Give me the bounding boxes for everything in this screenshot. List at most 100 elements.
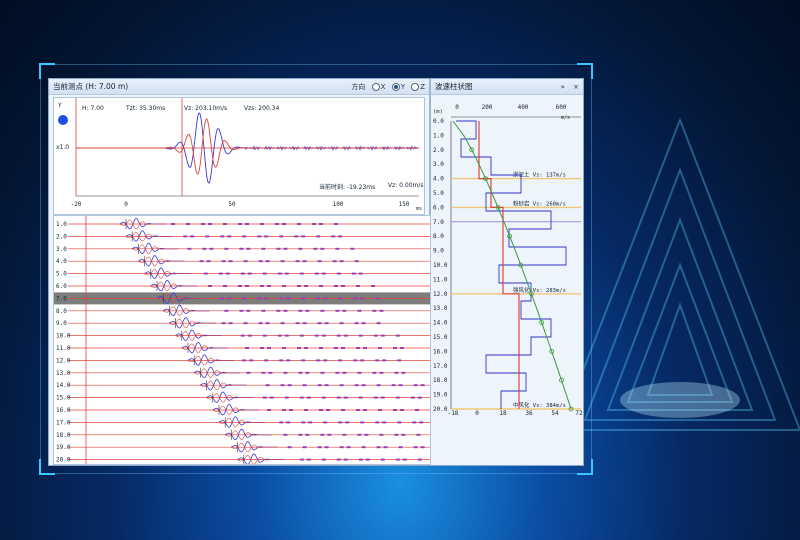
velocity-column-panel: 波速柱状图 » × (m) m/s 0 200 400 600 0.0 1.0 2.0 3.0 4.…	[431, 79, 583, 465]
depth-label: 12.0	[56, 357, 71, 364]
radio-z-label: Z	[420, 83, 425, 91]
depth-trace	[181, 341, 228, 354]
velocity-title-bar: 波速柱状图 » ×	[431, 79, 583, 95]
depth-tick-label: 2.0	[433, 147, 444, 154]
layer-label: 强风化 Vs: 283m/s	[513, 286, 566, 294]
time-tick-label: -20	[71, 201, 82, 208]
bottom-tick-label: 72	[575, 410, 583, 417]
depth-label: 16.0	[56, 407, 71, 414]
depth-label: 20.0	[56, 457, 71, 464]
depth-trace	[163, 304, 210, 317]
depth-trace	[194, 366, 241, 379]
depth-tick-label: 6.0	[433, 204, 444, 211]
depth-trace	[144, 267, 191, 279]
depth-label: 1.0	[56, 221, 67, 228]
bottom-tick-label: 18	[499, 410, 507, 417]
depth-trace	[225, 428, 272, 441]
bottom-tick-label: 54	[551, 410, 559, 417]
single-trace-plot: -20 0 50 100 150 ms	[71, 98, 422, 212]
depth-label: 13.0	[56, 370, 71, 377]
radio-y[interactable]	[391, 83, 400, 91]
depth-trace	[231, 441, 278, 453]
depth-trace	[212, 403, 259, 416]
depth-label: 10.0	[56, 333, 71, 340]
depth-tick-label: 11.0	[433, 276, 448, 283]
close-button[interactable]: ×	[573, 83, 579, 91]
depth-label: 7.0	[56, 295, 67, 302]
depth-tick-label: 16.0	[433, 348, 448, 355]
bottom-tick-label: 0	[475, 410, 479, 417]
depth-label: 8.0	[56, 308, 67, 315]
application-window: 当前测点 (H: 7.00 m) 方向 X Y Z Y x1.0 H: 7.00…	[48, 78, 584, 466]
depth-trace	[200, 379, 247, 391]
velocity-column-chart: (m) m/s 0 200 400 600 0.0 1.0 2.0 3.0 4.0 5.0 6.0 7.0…	[433, 104, 583, 417]
depth-tick-label: 18.0	[433, 377, 448, 384]
depth-trace	[175, 329, 222, 341]
layer-label: 粉砂岩 Vs: 260m/s	[513, 199, 566, 207]
depth-tick-label: 12.0	[433, 291, 448, 298]
direction-selector: 方向 X Y Z	[351, 79, 425, 95]
depth-label: 9.0	[56, 320, 67, 327]
depth-tick-label: 8.0	[433, 233, 444, 240]
depth-label: 18.0	[56, 432, 71, 439]
depth-tick-label: 14.0	[433, 320, 448, 327]
depth-tick-label: 5.0	[433, 190, 444, 197]
depth-label: 2.0	[56, 233, 67, 240]
time-tick-label: 150	[399, 201, 410, 208]
panel-buttons: » ×	[561, 79, 579, 95]
depth-tick-label: 7.0	[433, 219, 444, 226]
waveform-panel: 当前测点 (H: 7.00 m) 方向 X Y Z Y x1.0 H: 7.00…	[49, 79, 431, 465]
layer-label: 中风化 Vs: 384m/s	[513, 401, 566, 409]
depth-traces-plot: 1.0 2.0 3.0 4.0 5.0 6.0 7.0 8.0 9.0 10.0 11.0 12.0 1…	[54, 216, 430, 464]
depth-trace	[138, 255, 185, 267]
depth-trace	[125, 230, 173, 242]
depth-trace	[206, 391, 253, 403]
depth-tick-label: 13.0	[433, 305, 448, 312]
time-axis-unit: ms	[416, 206, 422, 212]
time-tick-label: 50	[228, 201, 236, 208]
bottom-tick-label: -18	[448, 410, 459, 417]
depth-label: 19.0	[56, 444, 71, 451]
velocity-tick-label: 400	[518, 104, 529, 111]
radio-y-label: Y	[400, 83, 405, 91]
depth-label: 6.0	[56, 283, 67, 290]
depth-unit: (m)	[433, 109, 443, 115]
depth-label: 17.0	[56, 419, 71, 426]
depth-label: 15.0	[56, 395, 71, 402]
depth-tick-label: 17.0	[433, 363, 448, 370]
depth-label: 4.0	[56, 258, 67, 265]
depth-label: 5.0	[56, 271, 67, 278]
depth-tick-label: 19.0	[433, 392, 448, 399]
time-tick-label: 100	[333, 201, 344, 208]
depth-trace	[132, 242, 179, 255]
velocity-tick-label: 200	[482, 104, 493, 111]
depth-tick-label: 0.0	[433, 118, 444, 125]
panel-title: 当前测点 (H: 7.00 m)	[53, 82, 129, 91]
depth-tick-label: 9.0	[433, 248, 444, 255]
radio-x-label: X	[380, 83, 386, 91]
depth-trace	[150, 279, 197, 292]
depth-trace	[119, 217, 166, 230]
pin-button[interactable]: »	[561, 83, 565, 91]
velocity-unit: m/s	[561, 115, 570, 121]
depth-trace	[237, 453, 284, 464]
single-trace-view[interactable]: Y x1.0 H: 7.00 Tzt: 35.30ms Vz: 203.10m/…	[53, 97, 425, 215]
bottom-tick-label: 36	[525, 410, 533, 417]
depth-tick-label: 3.0	[433, 161, 444, 168]
depth-tick-label: 1.0	[433, 132, 444, 139]
interval-velocity-profile	[456, 120, 567, 409]
depth-tick-label: 10.0	[433, 262, 448, 269]
depth-trace	[169, 317, 216, 329]
radio-z[interactable]	[411, 83, 420, 91]
depth-trace	[187, 354, 235, 366]
depth-tick-label: 20.0	[433, 406, 448, 413]
depth-traces-view[interactable]: 1.0 2.0 3.0 4.0 5.0 6.0 7.0 8.0 9.0 10.0 11.0 12.0 1…	[53, 215, 431, 465]
velocity-tick-label: 0	[455, 104, 459, 111]
velocity-panel-title: 波速柱状图	[435, 82, 473, 91]
waveform-title-bar: 当前测点 (H: 7.00 m) 方向 X Y Z	[49, 79, 429, 95]
depth-label: 14.0	[56, 382, 71, 389]
radio-x[interactable]	[371, 83, 380, 91]
depth-label: 11.0	[56, 345, 71, 352]
time-tick-label: 0	[124, 201, 128, 208]
direction-label: 方向	[351, 83, 366, 91]
